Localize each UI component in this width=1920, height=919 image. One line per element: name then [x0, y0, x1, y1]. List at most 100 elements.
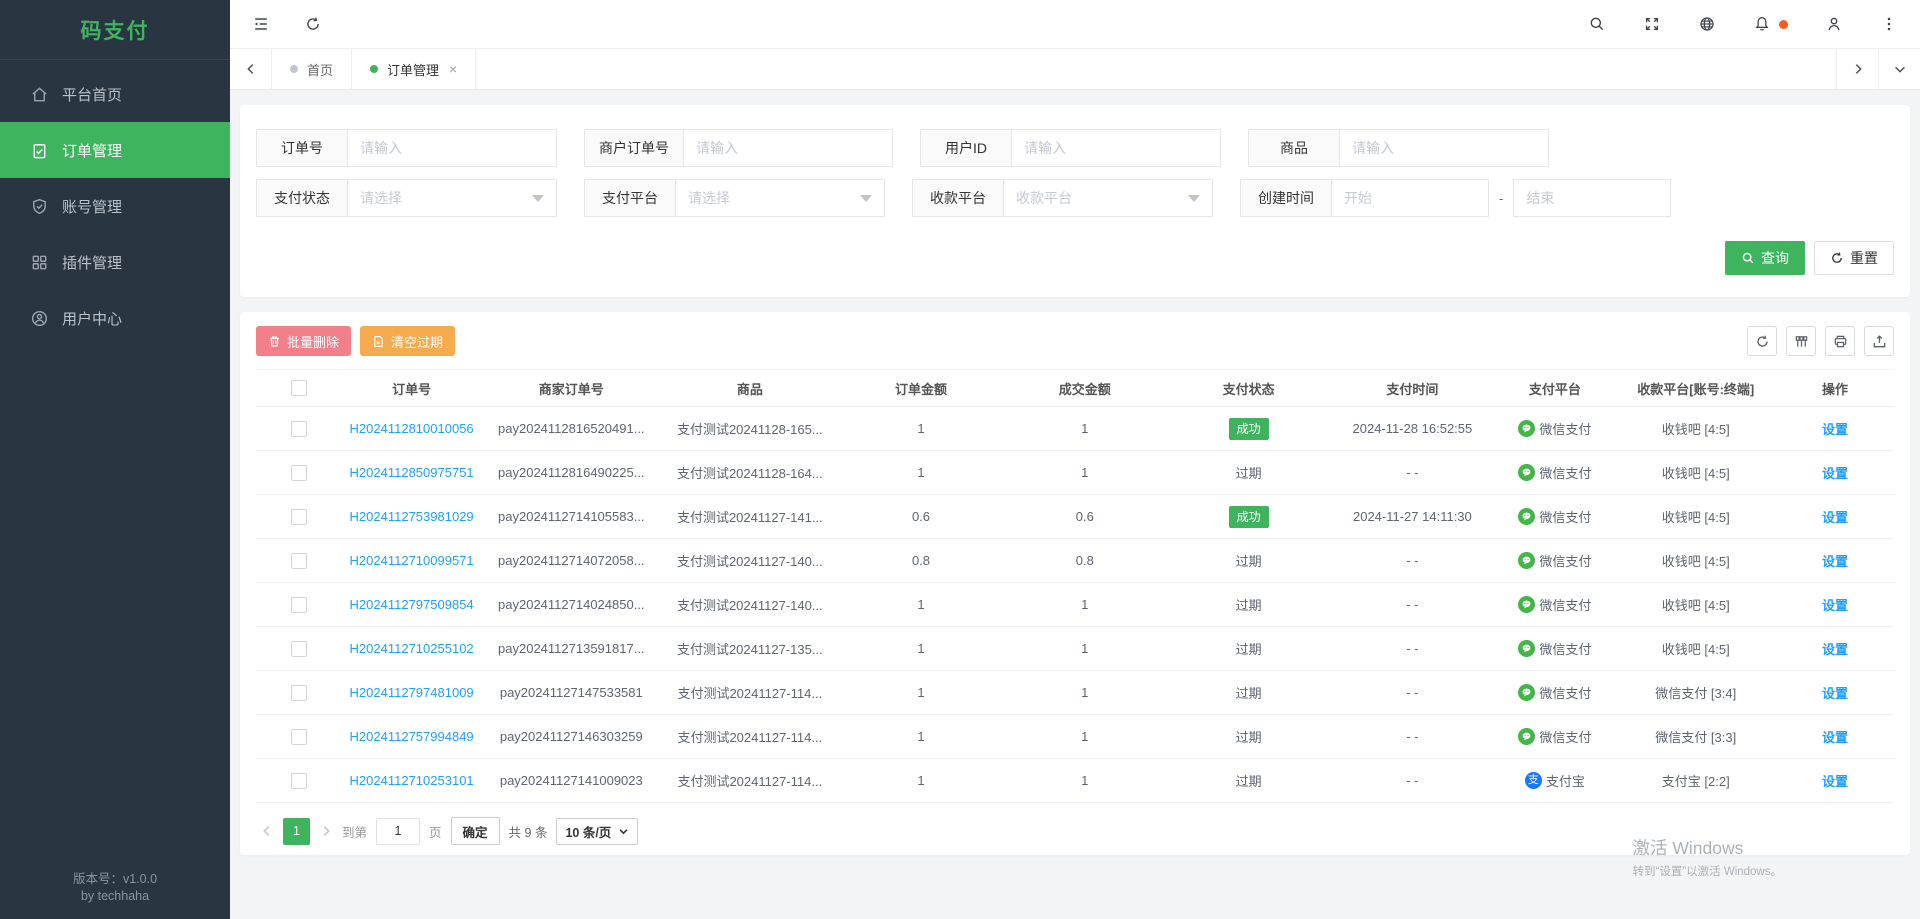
platform-icon: 支 — [1518, 464, 1535, 481]
product-name: 支付测试20241127-140... — [661, 595, 840, 614]
row-checkbox[interactable] — [291, 685, 307, 701]
row-checkbox[interactable] — [291, 509, 307, 525]
order-number-link[interactable]: H2024112850975751 — [350, 465, 474, 480]
order-number-link[interactable]: H2024112797481009 — [350, 685, 474, 700]
row-checkbox[interactable] — [291, 729, 307, 745]
settings-link[interactable]: 设置 — [1822, 771, 1848, 790]
product-input[interactable] — [1340, 130, 1548, 166]
row-checkbox[interactable] — [291, 465, 307, 481]
order-number-link[interactable]: H2024112797509854 — [350, 597, 474, 612]
receive-platform-select[interactable]: 收款平台 — [1003, 179, 1213, 217]
row-checkbox[interactable] — [291, 641, 307, 657]
settings-link[interactable]: 设置 — [1822, 507, 1848, 526]
row-checkbox[interactable] — [291, 773, 307, 789]
platform-name: 微信支付 — [1539, 507, 1591, 526]
order-number-link[interactable]: H2024112810010056 — [350, 421, 474, 436]
next-page-icon[interactable] — [319, 824, 333, 838]
notifications-button[interactable] — [1753, 15, 1788, 33]
order-number-link[interactable]: H2024112757994849 — [350, 729, 474, 744]
platform-name: 微信支付 — [1539, 419, 1591, 438]
sidebar-item-user-center[interactable]: 用户中心 — [0, 290, 230, 346]
column-filter-button[interactable] — [1786, 326, 1816, 356]
home-icon — [30, 85, 49, 104]
order-number-link[interactable]: H2024112710255102 — [350, 641, 474, 656]
sidebar-item-home[interactable]: 平台首页 — [0, 66, 230, 122]
start-date-input[interactable] — [1332, 180, 1488, 216]
top-header — [230, 0, 1920, 49]
settings-link[interactable]: 设置 — [1822, 727, 1848, 746]
order-amount: 0.6 — [839, 509, 1003, 524]
reset-button[interactable]: 重置 — [1814, 241, 1894, 275]
settings-link[interactable]: 设置 — [1822, 595, 1848, 614]
clear-expired-button[interactable]: 清空过期 — [360, 326, 455, 356]
user-profile-icon[interactable] — [1825, 15, 1843, 33]
status-badge: 成功 — [1229, 418, 1269, 440]
print-button[interactable] — [1825, 326, 1855, 356]
sidebar-item-orders[interactable]: 订单管理 — [0, 122, 230, 178]
table-refresh-button[interactable] — [1747, 326, 1777, 356]
select-all-checkbox[interactable] — [291, 380, 307, 396]
fullscreen-icon[interactable] — [1643, 15, 1661, 33]
filter-label: 创建时间 — [1240, 179, 1332, 217]
orders-table: 订单号 商家订单号 商品 订单金额 成交金额 支付状态 支付时间 支付平台 收款… — [256, 369, 1894, 803]
table-row: H2024112710253101 pay20241127141009023 支… — [256, 759, 1894, 803]
search-button[interactable]: 查询 — [1725, 241, 1805, 275]
prev-page-icon[interactable] — [260, 824, 274, 838]
pay-platform-select[interactable]: 请选择 — [675, 179, 885, 217]
merchant-order-no-input[interactable] — [684, 130, 892, 166]
receiver-account: 收钱吧 [4:5] — [1615, 551, 1776, 570]
order-amount: 1 — [839, 465, 1003, 480]
settings-link[interactable]: 设置 — [1822, 683, 1848, 702]
platform-name: 微信支付 — [1539, 595, 1591, 614]
tab-order-management[interactable]: 订单管理 × — [352, 49, 476, 89]
refresh-page-icon[interactable] — [304, 15, 322, 33]
language-globe-icon[interactable] — [1698, 15, 1716, 33]
batch-delete-button[interactable]: 批量删除 — [256, 326, 351, 356]
filter-order-no: 订单号 — [256, 129, 557, 167]
goto-page-input[interactable] — [376, 818, 420, 845]
tabs-menu-chevron-icon[interactable] — [1878, 49, 1920, 89]
order-number-link[interactable]: H2024112710099571 — [350, 553, 474, 568]
notification-dot — [1779, 20, 1788, 29]
per-page-select[interactable]: 10 条/页 — [556, 818, 638, 845]
search-icon — [1741, 251, 1755, 265]
export-button[interactable] — [1864, 326, 1894, 356]
settings-link[interactable]: 设置 — [1822, 639, 1848, 658]
row-checkbox[interactable] — [291, 421, 307, 437]
row-checkbox[interactable] — [291, 553, 307, 569]
table-row: H2024112753981029 pay2024112714105583...… — [256, 495, 1894, 539]
sidebar: 码支付 平台首页 订单管理 账号管理 插件管理 — [0, 0, 230, 919]
tabs-scroll-right-icon[interactable] — [1836, 49, 1878, 89]
status-badge: 过期 — [1236, 463, 1262, 482]
tabs-scroll-left-icon[interactable] — [230, 49, 272, 89]
settings-link[interactable]: 设置 — [1822, 419, 1848, 438]
filter-label: 支付状态 — [256, 179, 348, 217]
pay-status-select[interactable]: 请选择 — [347, 179, 557, 217]
goto-confirm-button[interactable]: 确定 — [451, 817, 500, 845]
tab-close-icon[interactable]: × — [449, 62, 457, 76]
more-menu-icon[interactable] — [1880, 15, 1898, 33]
sidebar-item-label: 平台首页 — [62, 84, 122, 105]
order-amount: 0.8 — [839, 553, 1003, 568]
settings-link[interactable]: 设置 — [1822, 463, 1848, 482]
row-checkbox[interactable] — [291, 597, 307, 613]
settings-link[interactable]: 设置 — [1822, 551, 1848, 570]
platform-icon: 支 — [1518, 684, 1535, 701]
collapse-menu-icon[interactable] — [252, 15, 270, 33]
user-id-input[interactable] — [1012, 130, 1220, 166]
tab-home[interactable]: 首页 — [272, 49, 352, 89]
refresh-icon — [1830, 251, 1844, 265]
order-number-link[interactable]: H2024112710253101 — [350, 773, 474, 788]
search-icon[interactable] — [1588, 15, 1606, 33]
order-no-input[interactable] — [348, 130, 556, 166]
chevron-down-icon — [860, 195, 872, 202]
platform-icon: 支 — [1518, 640, 1535, 657]
sidebar-item-plugins[interactable]: 插件管理 — [0, 234, 230, 290]
user-center-icon — [30, 309, 49, 328]
end-date-input[interactable] — [1514, 180, 1670, 216]
sidebar-item-accounts[interactable]: 账号管理 — [0, 178, 230, 234]
current-page-button[interactable]: 1 — [283, 818, 310, 845]
table-row: H2024112797481009 pay20241127147533581 支… — [256, 671, 1894, 715]
order-number-link[interactable]: H2024112753981029 — [350, 509, 474, 524]
order-amount: 1 — [839, 421, 1003, 436]
